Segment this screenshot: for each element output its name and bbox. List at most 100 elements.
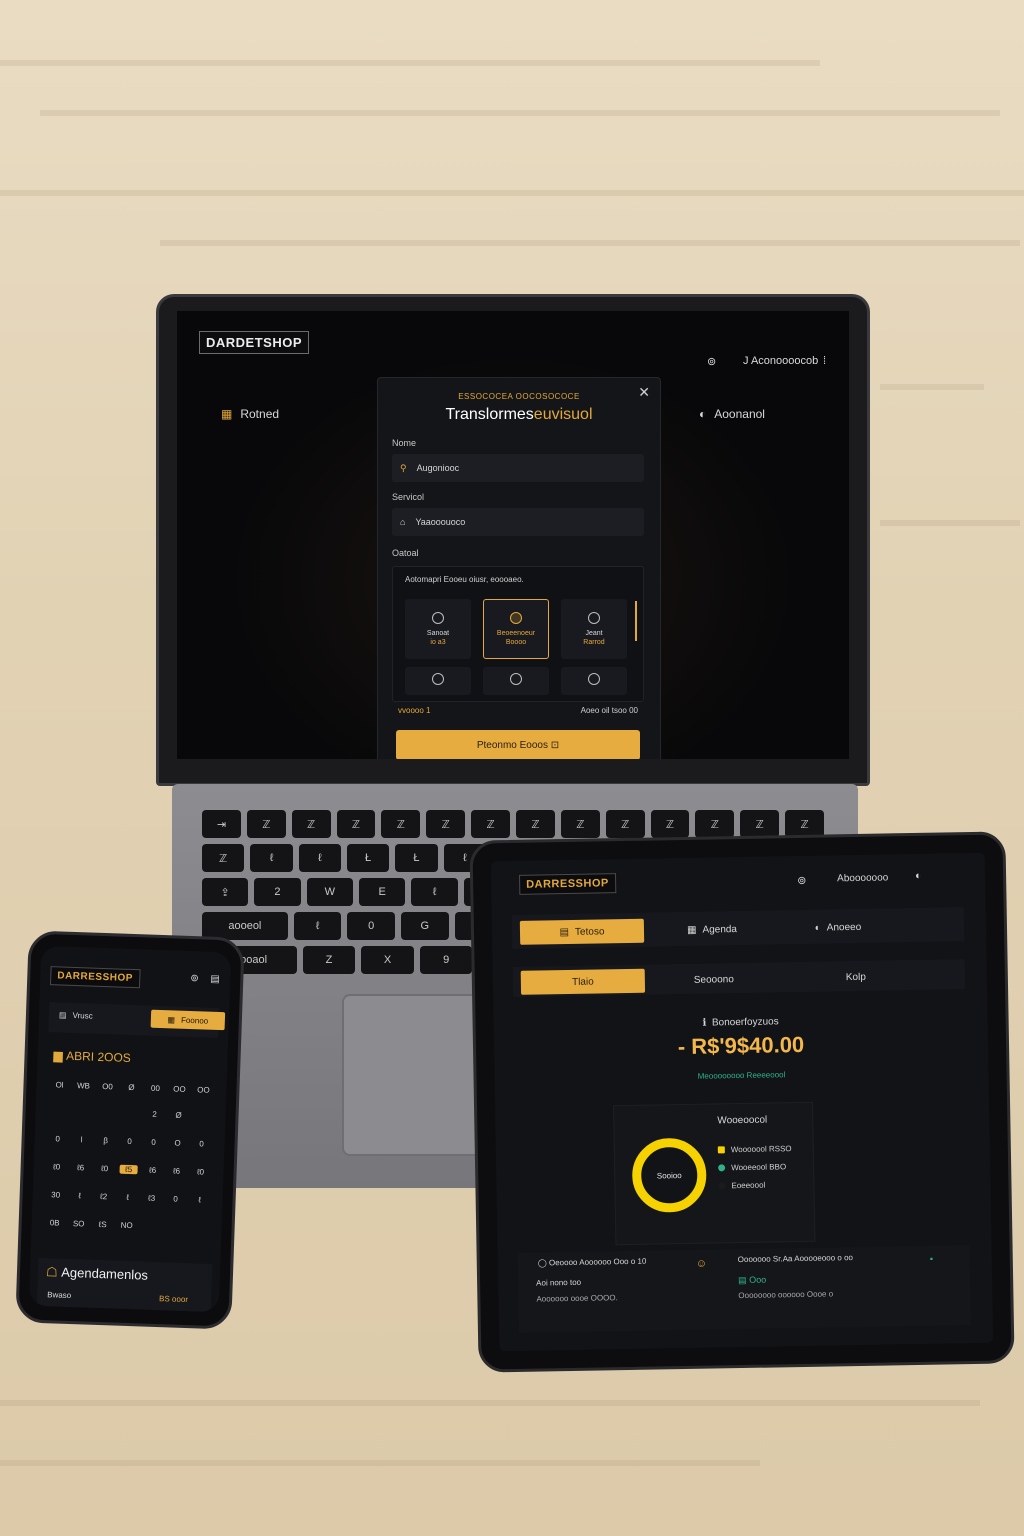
name-field[interactable]: ⚲ Augoniooc [392,454,644,482]
keyboard-key[interactable]: ℤ [695,810,735,838]
appointment-row[interactable]: ◯ Oeoooo Aoooooo Ooo o 10 [538,1257,647,1268]
calendar-day[interactable]: ℓ2 [95,1192,113,1202]
keyboard-key[interactable]: ℤ [336,810,376,838]
calendar-day[interactable]: ℓ0 [48,1162,66,1172]
calendar-day[interactable] [165,1222,183,1232]
calendar-day[interactable] [97,1108,115,1118]
calendar-day[interactable]: ℓ5 [119,1164,138,1175]
calendar-day[interactable] [189,1223,207,1233]
calendar-day[interactable]: 2 [145,1110,163,1120]
bell-icon[interactable]: ⊚ [190,973,199,984]
keyboard-key[interactable]: 2 [254,878,301,906]
subtab-week[interactable]: Seooono [669,967,759,993]
calendar-day[interactable]: 0 [48,1134,66,1144]
calendar-day[interactable] [121,1109,139,1119]
keyboard-key[interactable]: Z [302,946,356,974]
calendar-day[interactable]: ǀ [72,1135,90,1145]
calendar-day[interactable]: ℓ [71,1191,89,1201]
calendar-day[interactable]: β [96,1136,114,1146]
confirm-button[interactable]: Pteonmo Eooos ⊡ [396,730,640,759]
keyboard-key[interactable]: X [361,946,414,974]
menu-icon[interactable]: ▤ [210,974,220,985]
keyboard-key[interactable]: ℤ [202,844,245,872]
calendar-day[interactable]: NO [118,1221,136,1231]
nav-item-active[interactable]: ▦ Foonoo [150,1009,226,1031]
more-icon[interactable]: ⁞ [823,355,826,367]
brand-logo[interactable]: DARRESSHOP [519,873,616,895]
nav-item[interactable]: ▤ Vrusc [59,1010,93,1020]
time-slot-selected[interactable]: Beoeenoeur Boooo [483,599,549,659]
calendar-day[interactable]: ℓ6 [167,1166,185,1176]
keyboard-key[interactable]: ℤ [381,810,421,838]
keyboard-key[interactable]: 9 [419,946,473,974]
keyboard-key[interactable]: Ł [395,844,438,872]
time-slot[interactable]: Sanoat io a3 [405,599,471,659]
keyboard-key[interactable]: ℓ [250,844,293,872]
scrollbar[interactable] [635,601,637,641]
time-slot[interactable] [483,667,549,695]
bell-icon[interactable]: ⊚ [797,874,806,887]
calendar-day[interactable]: O [168,1138,186,1148]
calendar-day[interactable]: Ø [169,1110,187,1120]
calendar-day[interactable] [193,1111,211,1121]
bell-icon[interactable]: ⊚ [707,355,716,368]
keyboard-key[interactable]: 0 [347,912,395,940]
calendar-day[interactable]: ℓ0 [191,1167,209,1177]
calendar-day[interactable]: 0 [166,1194,184,1204]
nav-item-left[interactable]: ▦ Rotned [221,407,279,421]
keyboard-key[interactable]: ℤ [291,810,331,838]
calendar-day[interactable]: ℓ6 [71,1163,89,1173]
keyboard-key[interactable]: ℤ [471,810,511,838]
calendar-day[interactable]: 0 [192,1139,210,1149]
keyboard-key[interactable]: ℤ [650,810,690,838]
keyboard-key[interactable]: E [358,878,406,906]
tab-overview[interactable]: ▤ Tetoso [519,918,645,945]
keyboard-key[interactable]: W [306,878,353,906]
keyboard-key[interactable]: ℤ [516,810,555,838]
calendar-day[interactable] [73,1107,91,1117]
brand-logo[interactable]: DARDETSHOP [199,331,310,354]
keyboard-key[interactable]: Ł [346,844,390,872]
keyboard-key[interactable]: ℓ [293,912,342,940]
time-slot[interactable] [561,667,627,695]
keyboard-key[interactable]: ℤ [560,810,600,838]
subtab-month[interactable]: Kolp [811,964,901,990]
calendar-day[interactable]: 0 [120,1137,138,1147]
legend-label: Wooooool RSSO [730,1144,792,1155]
balance-label-text: Bonoerfoyzuos [711,1016,779,1029]
keyboard-key[interactable]: ℓ [411,878,458,906]
keyboard-key[interactable]: G [400,912,449,940]
time-slot[interactable] [405,667,471,695]
calendar-day[interactable]: ℓ6 [143,1166,161,1176]
calendar-day[interactable]: ℓ [118,1193,136,1203]
keyboard-key[interactable]: ⇥ [202,810,241,838]
account-menu[interactable]: Abooooooo [837,872,888,884]
calendar-day[interactable]: ℓS [94,1220,112,1230]
keyboard-key[interactable]: ℤ [426,810,466,838]
brand-logo[interactable]: DARRESSHOP [50,966,141,989]
subtab-today[interactable]: Tlaio [520,968,646,995]
tab-agenda[interactable]: ▦ Agenda [662,917,762,943]
account-menu[interactable]: J Aconoooocob [743,355,818,367]
calendar-day[interactable]: SO [70,1219,88,1229]
nav-item-right[interactable]: ◐ Aoonanol [699,407,765,421]
calendar-day[interactable] [49,1106,67,1116]
calendar-day[interactable]: 0 [144,1138,162,1148]
keyboard-key[interactable]: ℤ [246,810,286,838]
calendar-day[interactable] [142,1221,160,1231]
keyboard-key[interactable]: ℓ [298,844,341,872]
close-icon[interactable]: ✕ [638,384,650,401]
keyboard-key[interactable]: ⇪ [202,878,249,906]
calendar-day[interactable]: 30 [47,1190,65,1200]
calendar-day[interactable]: 0B [46,1218,64,1228]
keyboard-key[interactable]: ℤ [605,810,645,838]
time-slot[interactable]: Jeant Rarrod [561,599,627,659]
keyboard-key[interactable]: ℤ [740,810,780,838]
keyboard-key[interactable]: aooeol [202,912,288,940]
calendar-day[interactable]: ℓ0 [95,1164,113,1174]
tab-account[interactable]: ◐ Anoeeo [788,914,888,940]
user-icon[interactable]: ◐ [915,870,922,882]
service-field[interactable]: ⌂ Yaaooouoco [392,508,644,536]
calendar-day[interactable]: ℓ [190,1195,208,1205]
calendar-day[interactable]: ℓ3 [142,1193,160,1203]
